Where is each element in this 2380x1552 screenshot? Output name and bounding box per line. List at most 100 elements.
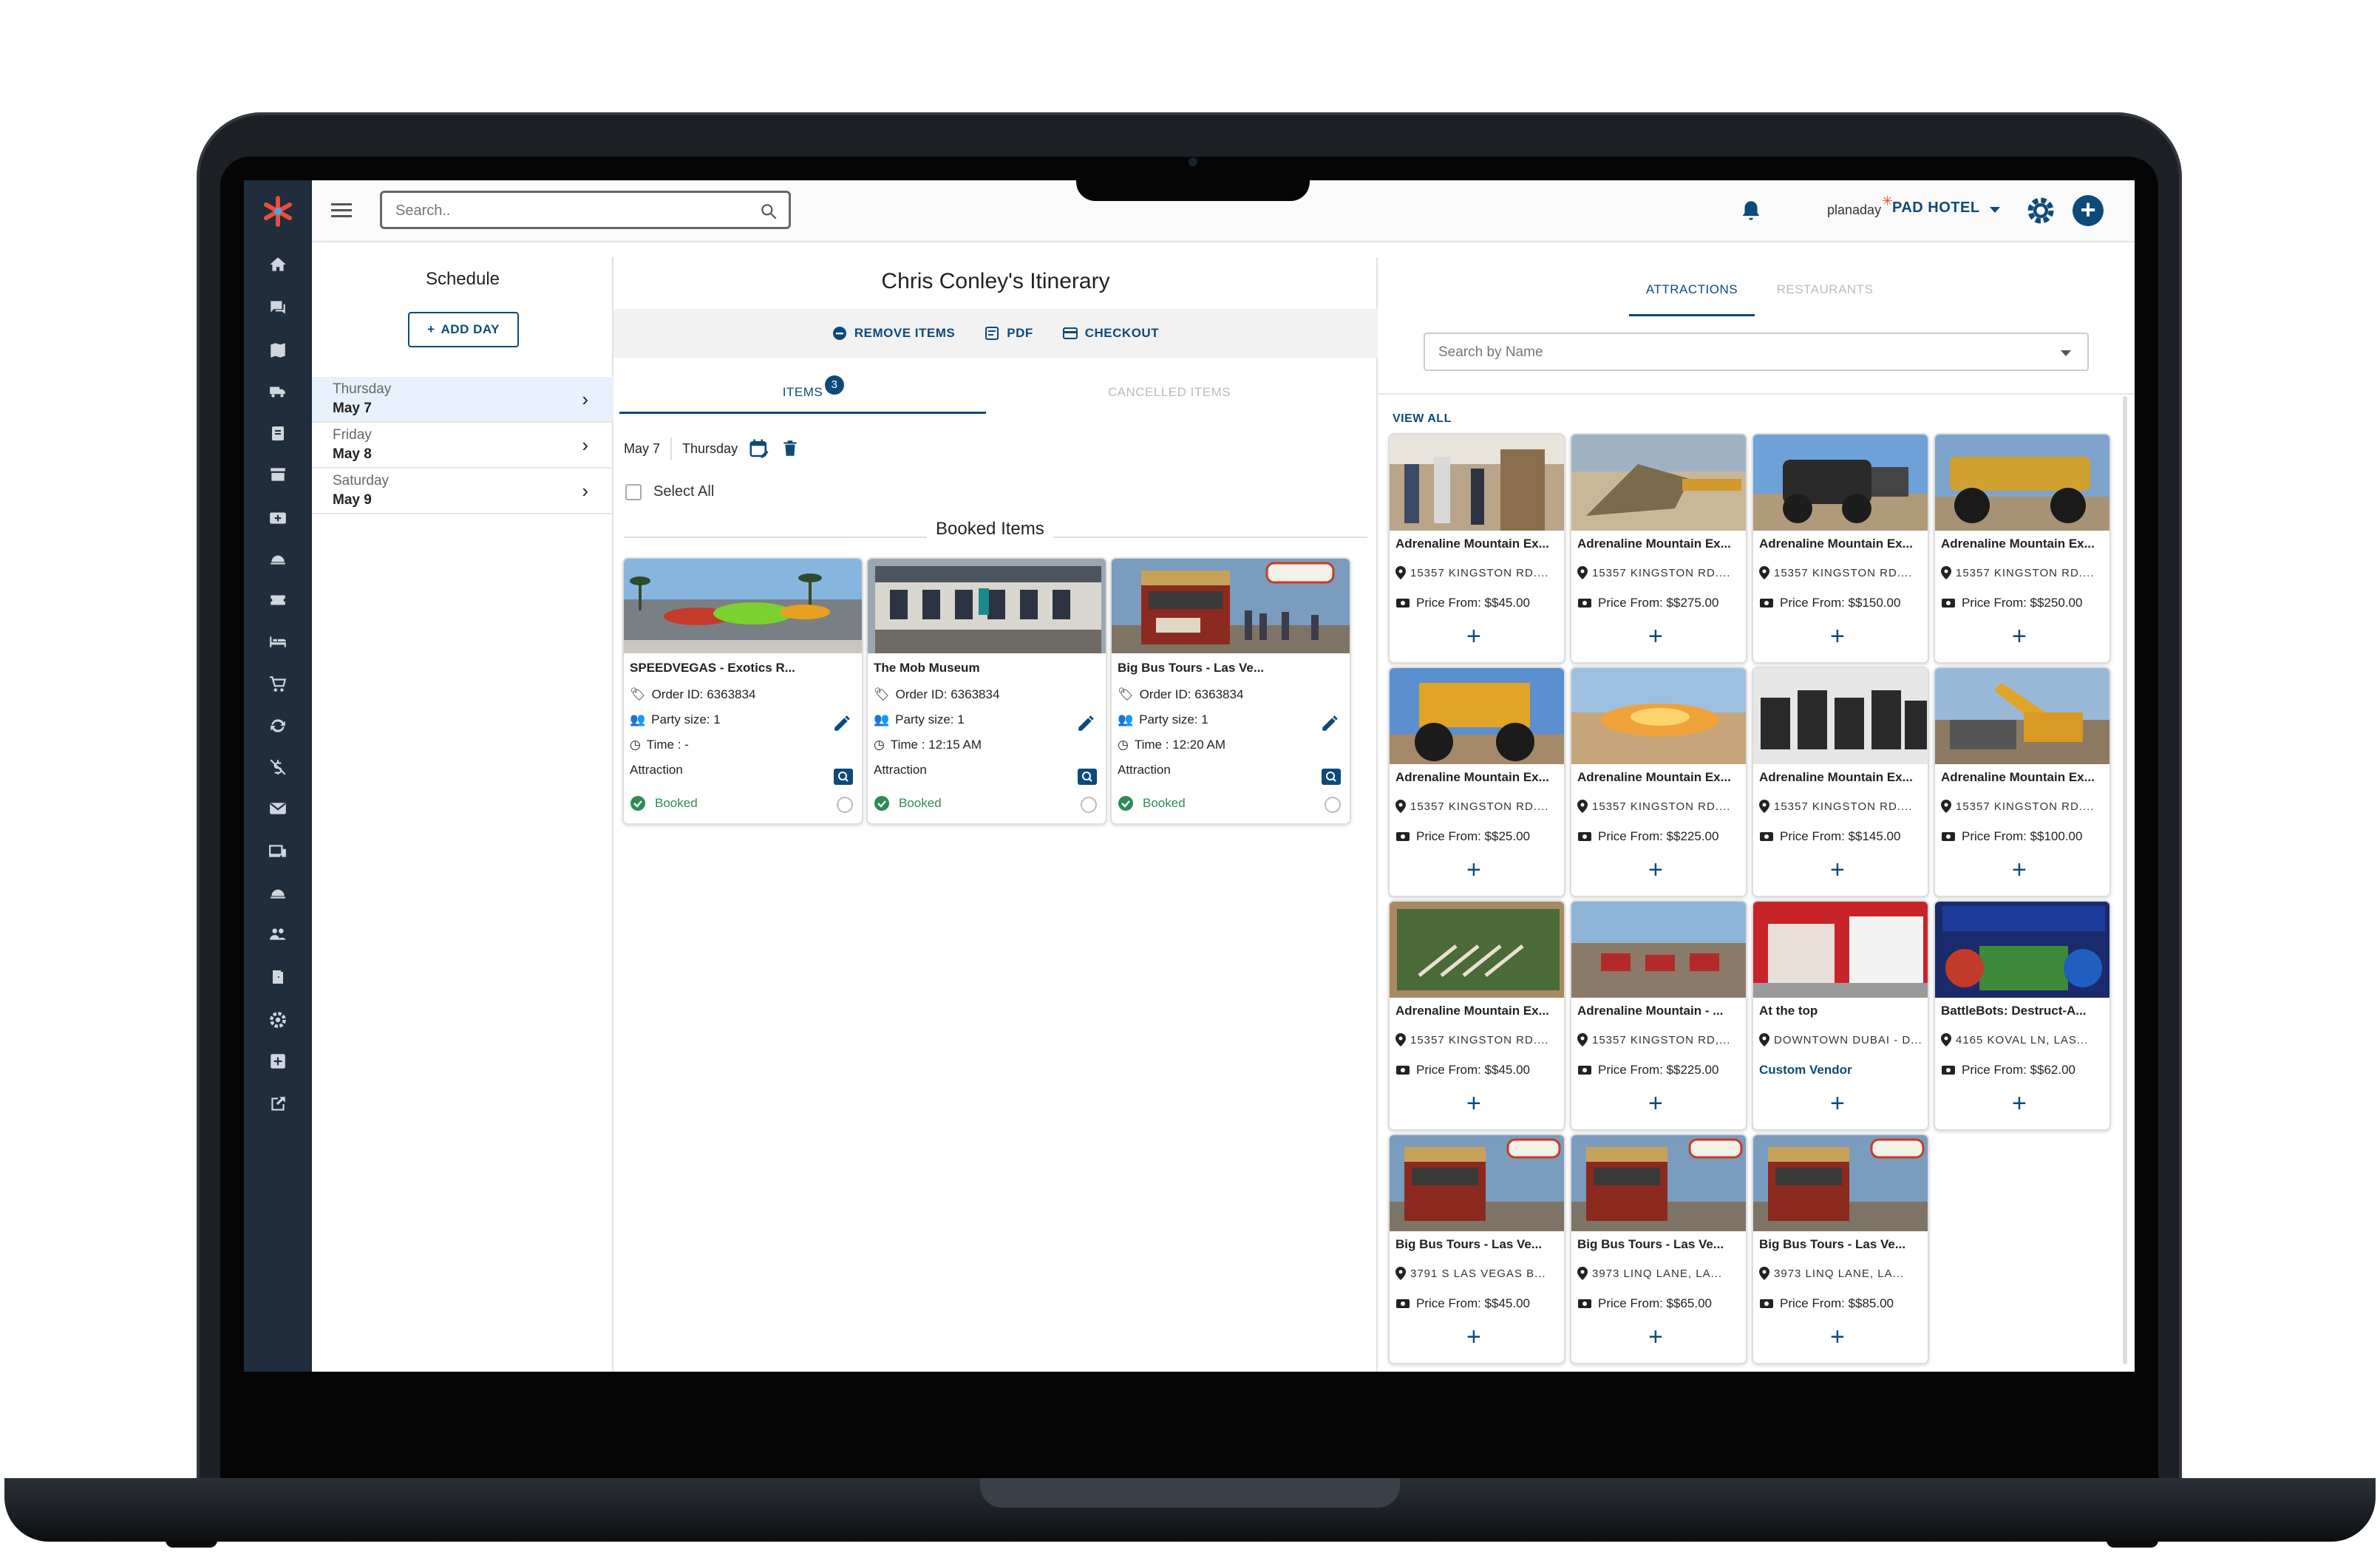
attraction-card[interactable]: Adrenaline Mountain Ex... 15357 KINGSTON … [1570,667,1747,897]
store-icon[interactable] [265,461,291,488]
attraction-card[interactable]: Adrenaline Mountain - ... 15357 KINGSTON … [1570,900,1747,1131]
attraction-card[interactable]: Big Bus Tours - Las Ve... 3973 LINQ LANE,… [1570,1134,1747,1364]
dropdown-arrow-icon[interactable] [2061,350,2071,356]
edit-pencil-icon[interactable] [1320,714,1339,733]
select-all-row[interactable]: Select All [625,483,714,500]
chat-icon[interactable] [265,294,291,321]
search-input[interactable] [395,202,750,219]
add-to-itinerary-button[interactable]: + [1830,1324,1845,1350]
attraction-card[interactable]: Adrenaline Mountain Ex... 15357 KINGSTON … [1388,433,1565,664]
booked-items-heading: Booked Items [927,519,1053,540]
home-icon[interactable] [265,251,291,278]
add-to-itinerary-button[interactable]: + [1466,624,1481,649]
attraction-card[interactable]: Adrenaline Mountain Ex... 15357 KINGSTON … [1570,433,1747,664]
chevron-right-icon[interactable]: › [582,389,588,409]
attraction-search[interactable] [1424,333,2089,371]
add-to-itinerary-button[interactable]: + [2012,857,2027,882]
attraction-card[interactable]: Adrenaline Mountain Ex... 15357 KINGSTON … [1388,667,1565,897]
day-item[interactable]: Thursday May 7 › [312,377,613,423]
tab-items[interactable]: ITEMS 3 [619,372,986,414]
devices-icon[interactable] [265,838,291,865]
add-to-itinerary-button[interactable]: + [1830,1091,1845,1116]
attraction-card[interactable]: At the top DOWNTOWN DUBAI - D... Custom Ve… [1752,900,1929,1131]
booked-item-card[interactable]: The Mob Museum 🏷 Order ID: 6363834 👥 Party… [866,557,1107,825]
notification-bell-icon[interactable] [1738,198,1764,223]
open-external-icon[interactable] [265,1091,291,1117]
add-to-itinerary-button[interactable]: + [1648,1091,1663,1116]
add-box-icon[interactable] [265,1048,291,1075]
map-icon[interactable] [265,337,291,364]
day-item[interactable]: Saturday May 9 › [312,469,613,514]
attraction-card[interactable]: Adrenaline Mountain Ex... 15357 KINGSTON … [1388,900,1565,1131]
attraction-image [1390,435,1564,531]
cart-icon[interactable] [265,671,291,698]
attraction-search-input[interactable] [1438,344,2044,361]
add-to-itinerary-button[interactable]: + [1830,857,1845,882]
hotel-dropdown-icon[interactable] [1990,207,2000,213]
medical-kit-icon[interactable] [265,504,291,531]
attraction-card[interactable]: Big Bus Tours - Las Ve... 3973 LINQ LANE,… [1752,1134,1929,1364]
add-to-itinerary-button[interactable]: + [1648,624,1663,649]
attraction-card[interactable]: Big Bus Tours - Las Ve... 3791 S LAS VEGA… [1388,1134,1565,1364]
details-search-icon[interactable] [834,769,853,785]
item-select-radio[interactable] [1325,797,1341,813]
add-to-itinerary-button[interactable]: + [2012,1091,2027,1116]
search-icon[interactable] [759,202,778,221]
delete-icon[interactable] [781,438,800,459]
tab-restaurants[interactable]: RESTAURANTS [1762,282,1888,297]
add-to-itinerary-button[interactable]: + [2012,624,2027,649]
add-to-itinerary-button[interactable]: + [1648,857,1663,882]
day-item[interactable]: Friday May 8 › [312,423,613,469]
view-all-link[interactable]: VIEW ALL [1393,412,1452,426]
ticket-icon[interactable] [265,587,291,613]
truck-icon[interactable] [265,378,291,405]
attraction-card[interactable]: BattleBots: Destruct-A... 4165 KOVAL LN, … [1934,900,2111,1131]
money-off-icon[interactable] [265,754,291,780]
attraction-card[interactable]: Adrenaline Mountain Ex... 15357 KINGSTON … [1752,433,1929,664]
tab-cancelled-items[interactable]: CANCELLED ITEMS [986,372,1353,414]
concierge-icon[interactable] [265,879,291,906]
booked-item-card[interactable]: Big Bus Tours - Las Ve... 🏷 Order ID: 636… [1110,557,1351,825]
mail-icon[interactable] [265,795,291,822]
pdf-button[interactable]: PDF [985,326,1033,341]
details-search-icon[interactable] [1322,769,1341,785]
create-new-button[interactable]: + [2073,195,2104,226]
attraction-card[interactable]: Adrenaline Mountain Ex... 15357 KINGSTON … [1752,667,1929,897]
add-to-itinerary-button[interactable]: + [1648,1324,1663,1350]
remove-items-button[interactable]: REMOVE ITEMS [832,326,955,341]
chevron-right-icon[interactable]: › [582,435,588,455]
app-logo[interactable] [262,195,294,228]
scrollbar[interactable] [2123,396,2127,1364]
add-to-itinerary-button[interactable]: + [1466,1324,1481,1350]
people-icon[interactable] [265,921,291,947]
calendar-edit-icon[interactable] [748,438,770,460]
global-search[interactable] [380,191,791,229]
hotel-selector[interactable]: PAD HOTEL [1892,200,1980,217]
edit-pencil-icon[interactable] [1076,714,1095,733]
add-to-itinerary-button[interactable]: + [1466,1091,1481,1116]
add-day-button[interactable]: + ADD DAY [408,312,519,347]
item-select-radio[interactable] [1081,797,1097,813]
bed-icon[interactable] [265,628,291,655]
add-to-itinerary-button[interactable]: + [1466,857,1481,882]
chevron-right-icon[interactable]: › [582,481,588,500]
add-to-itinerary-button[interactable]: + [1830,624,1845,649]
edit-pencil-icon[interactable] [832,714,851,733]
attraction-address: 15357 KINGSTON RD.... [1410,1033,1549,1046]
attraction-title: Adrenaline Mountain Ex... [1577,770,1731,784]
attraction-card[interactable]: Adrenaline Mountain Ex... 15357 KINGSTON … [1934,433,2111,664]
sync-icon[interactable] [265,712,291,739]
item-select-radio[interactable] [837,797,853,813]
settings-gear-icon[interactable] [2025,195,2056,226]
menu-icon[interactable] [331,201,352,219]
settings-cog-icon[interactable] [265,1007,291,1033]
details-search-icon[interactable] [1078,769,1097,785]
clipboard-icon[interactable] [265,420,291,446]
tab-attractions[interactable]: ATTRACTIONS [1629,282,1755,316]
attraction-card[interactable]: Adrenaline Mountain Ex... 15357 KINGSTON … [1934,667,2111,897]
booked-item-card[interactable]: SPEEDVEGAS - Exotics R... 🏷 Order ID: 636… [622,557,863,825]
door-icon[interactable] [265,964,291,990]
service-bell-icon[interactable] [265,545,291,572]
select-all-checkbox[interactable] [625,483,642,500]
checkout-button[interactable]: CHECKOUT [1062,326,1159,341]
